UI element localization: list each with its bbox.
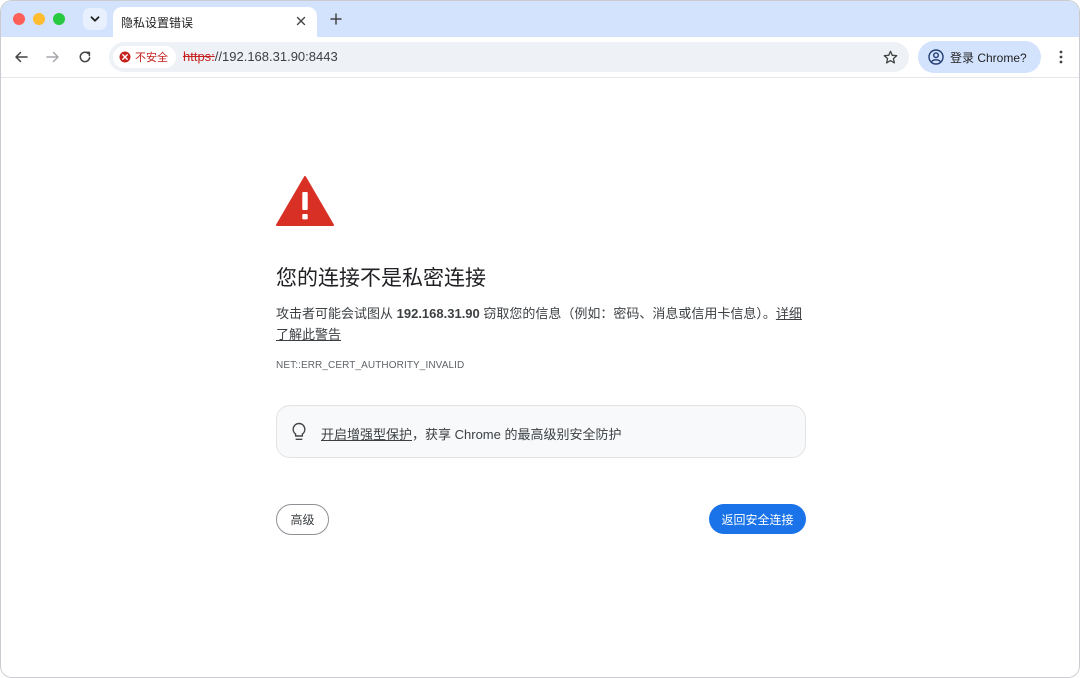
back-button[interactable] (11, 47, 31, 67)
bookmark-star-button[interactable] (881, 48, 899, 66)
profile-sign-in-button[interactable]: 登录 Chrome? (918, 41, 1041, 73)
url-text: https://192.168.31.90:8443 (183, 49, 338, 64)
reload-button[interactable] (75, 47, 95, 67)
reload-icon (79, 51, 91, 63)
window-minimize-button[interactable] (33, 13, 45, 25)
toolbar: 不安全 https://192.168.31.90:8443 登录 Chrome… (1, 37, 1079, 78)
chrome-menu-button[interactable] (1051, 47, 1071, 67)
forward-arrow-icon (46, 51, 59, 63)
error-code: NET::ERR_CERT_AUTHORITY_INVALID (276, 360, 465, 371)
tab-close-button[interactable] (293, 13, 309, 29)
forward-button[interactable] (43, 47, 63, 67)
profile-label: 登录 Chrome? (950, 50, 1027, 65)
warning-triangle-icon (276, 176, 334, 226)
window-close-button[interactable] (13, 13, 25, 25)
back-to-safety-button[interactable]: 返回安全连接 (709, 504, 806, 534)
enhanced-protection-link[interactable]: 开启增强型保护 (321, 427, 412, 442)
url-scheme: https: (183, 49, 215, 64)
not-secure-icon (119, 51, 131, 63)
desc-suffix: 窃取您的信息（例如：密码、消息或信用卡信息）。 (479, 306, 776, 321)
tip-text: 开启增强型保护，获享 Chrome 的最高级别安全防护 (321, 424, 621, 443)
page-title: 您的连接不是私密连接 (276, 267, 486, 290)
new-tab-button[interactable] (327, 10, 345, 28)
tip-rest: ，获享 Chrome 的最高级别安全防护 (412, 427, 622, 442)
star-icon (883, 50, 897, 64)
interstitial-page: 您的连接不是私密连接 攻击者可能会试图从 192.168.31.90 窃取您的信… (1, 78, 1079, 677)
browser-window: 隐私设置错误 不安全 https://192.168.31.90:8443 登录… (0, 0, 1080, 678)
plus-icon (330, 13, 342, 25)
enhanced-protection-tip: 开启增强型保护，获享 Chrome 的最高级别安全防护 (276, 405, 806, 458)
security-chip-label: 不安全 (135, 52, 168, 64)
tab-search-icon (90, 16, 100, 22)
more-vert-icon (1059, 50, 1063, 64)
lightbulb-icon (292, 422, 306, 440)
tab-title: 隐私设置错误 (121, 16, 194, 30)
window-zoom-button[interactable] (53, 13, 65, 25)
profile-icon (928, 49, 944, 65)
desc-prefix: 攻击者可能会试图从 (276, 306, 397, 321)
tab-search-button[interactable] (83, 8, 107, 30)
back-arrow-icon (15, 51, 28, 63)
advanced-button[interactable]: 高级 (276, 504, 329, 535)
security-chip[interactable]: 不安全 (113, 46, 176, 68)
desc-host: 192.168.31.90 (396, 306, 480, 321)
tab-strip: 隐私设置错误 (1, 1, 1079, 37)
page-description: 攻击者可能会试图从 192.168.31.90 窃取您的信息（例如：密码、消息或… (276, 303, 808, 345)
address-bar[interactable]: 不安全 https://192.168.31.90:8443 (109, 42, 909, 72)
close-icon (296, 16, 306, 26)
url-host: //192.168.31.90:8443 (214, 49, 338, 64)
tab-active[interactable]: 隐私设置错误 (113, 7, 317, 37)
